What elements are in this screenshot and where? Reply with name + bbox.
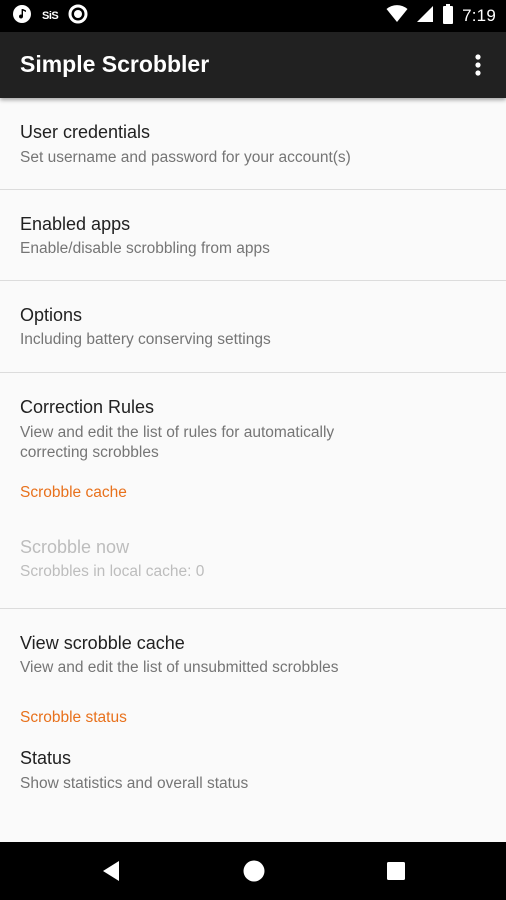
pref-subtitle: Show statistics and overall status [20,775,249,792]
pref-subtitle: Including battery conserving settings [20,331,271,348]
category-title: Scrobble cache [20,484,127,501]
preference-list: User credentials Set username and passwo… [0,98,506,817]
status-bar-left: SiS [12,4,88,29]
pref-subtitle: Scrobbles in local cache: 0 [20,563,205,580]
app-bar: Simple Scrobbler [0,32,506,98]
back-icon[interactable] [96,856,126,886]
pref-title: View scrobble cache [20,633,185,653]
status-bar: SiS 7:19 [0,0,506,32]
signal-icon [416,5,434,28]
pref-title: Status [20,748,72,768]
pref-subtitle: Set username and password for your accou… [20,149,351,166]
pref-subtitle: View and edit the list of unsubmitted sc… [20,659,339,676]
music-note-icon [12,4,32,29]
pref-options[interactable]: Options Including battery conserving set… [0,281,506,373]
category-title: Scrobble status [20,709,127,726]
circle-icon [68,4,88,29]
pref-subtitle: Enable/disable scrobbling from apps [20,240,270,257]
pref-view-scrobble-cache[interactable]: View scrobble cache View and edit the li… [0,609,506,709]
home-icon[interactable] [239,856,269,886]
pref-correction-rules[interactable]: Correction Rules View and edit the list … [0,373,506,484]
more-vert-icon[interactable] [460,46,496,84]
pref-title: Enabled apps [20,214,131,234]
pref-title: User credentials [20,122,151,142]
navigation-bar [0,842,506,900]
status-bar-time: 7:19 [462,6,496,25]
category-scrobble-status: Scrobble status [0,709,506,737]
pref-title: Correction Rules [20,397,155,417]
pref-title: Options [20,305,83,325]
app-title: Simple Scrobbler [20,51,210,77]
pref-user-credentials[interactable]: User credentials Set username and passwo… [0,98,506,190]
category-scrobble-cache: Scrobble cache [0,484,506,516]
pref-enabled-apps[interactable]: Enabled apps Enable/disable scrobbling f… [0,190,506,281]
pref-status[interactable]: Status Show statistics and overall statu… [0,737,506,817]
pref-scrobble-now: Scrobble now Scrobbles in local cache: 0 [0,516,506,609]
sys-icon: SiS [42,10,59,22]
battery-icon [442,3,454,29]
wifi-icon [386,4,408,28]
pref-title: Scrobble now [20,537,130,557]
recents-icon[interactable] [381,856,411,886]
pref-subtitle: View and edit the list of rules for auto… [20,424,335,461]
status-bar-right: 7:19 [386,3,496,29]
